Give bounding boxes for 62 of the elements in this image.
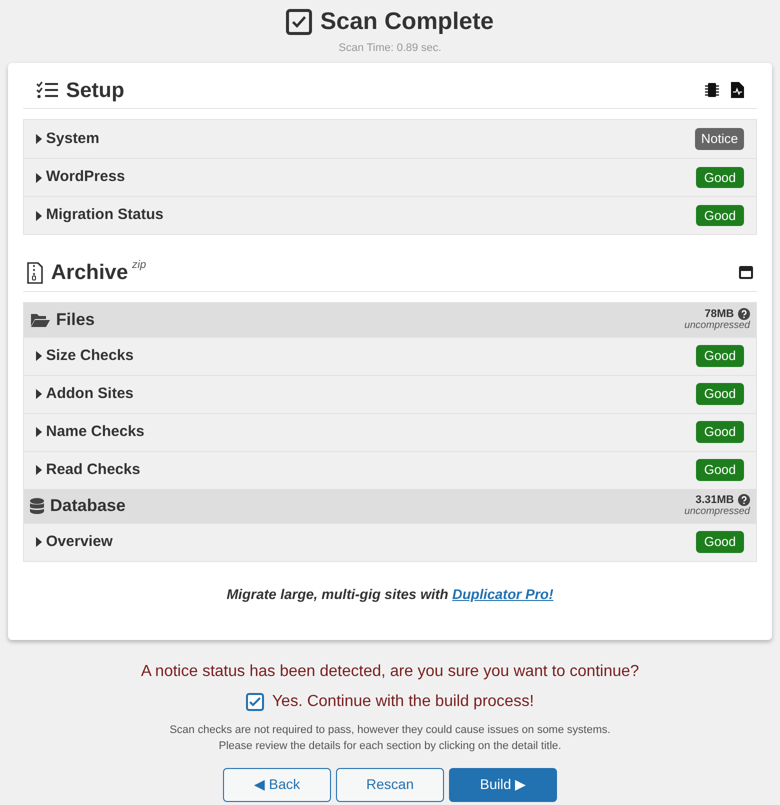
confirm-label: Yes. Continue with the build process! [272, 692, 534, 712]
status-badge: Good [696, 204, 744, 226]
check-row[interactable]: WordPress Good [24, 158, 756, 196]
check-row[interactable]: Size Checks Good [24, 336, 756, 374]
caret-icon [36, 134, 42, 144]
help-text: Please review the details for each section by clicking on the detail title. [218, 738, 562, 754]
notice-message: A notice status has been detected, are you sure you want to continue? [140, 662, 640, 682]
check-label: Size Checks [46, 346, 134, 366]
window-icon[interactable] [739, 266, 753, 280]
help-icon[interactable] [738, 494, 750, 506]
caret-icon [36, 172, 42, 182]
check-row[interactable]: Overview Good [24, 522, 756, 560]
action-button[interactable]: Rescan [336, 768, 444, 802]
check-row[interactable]: System Notice [24, 120, 756, 158]
size-note: uncompressed [684, 320, 750, 331]
check-row[interactable]: Read Checks Good [24, 450, 756, 488]
check-label: Name Checks [46, 422, 144, 442]
page-title: Scan Complete [320, 7, 494, 37]
size-value: 3.31MB [695, 494, 734, 506]
action-button[interactable]: Build ▶ [449, 768, 557, 802]
check-row[interactable]: Migration Status Good [24, 196, 756, 234]
caret-icon [36, 210, 42, 220]
check-row[interactable]: Addon Sites Good [24, 374, 756, 412]
caret-icon [36, 537, 42, 547]
status-badge: Good [696, 345, 744, 367]
section-title: Setup [66, 78, 124, 104]
status-badge: Good [696, 383, 744, 405]
group-title: Database [50, 494, 126, 517]
help-icon[interactable] [738, 308, 750, 320]
status-badge: Good [696, 531, 744, 553]
caret-icon [36, 351, 42, 361]
folder-icon [30, 312, 50, 328]
file-chart-icon[interactable] [731, 82, 744, 98]
status-badge: Good [696, 421, 744, 443]
check-label: WordPress [46, 167, 125, 188]
caret-icon [36, 465, 42, 475]
size-note: uncompressed [684, 506, 750, 517]
status-badge: Good [696, 166, 744, 188]
database-icon [30, 498, 44, 514]
scan-time: Scan Time: 0.89 sec. [338, 41, 442, 56]
check-label: Addon Sites [46, 384, 134, 404]
upgrade-link[interactable]: Duplicator Pro! [452, 586, 554, 602]
caret-icon [36, 389, 42, 399]
caret-icon [36, 427, 42, 437]
section-title: Archive [51, 260, 128, 286]
check-label: Migration Status [46, 205, 164, 226]
check-label: Overview [46, 532, 113, 552]
chip-icon[interactable] [705, 82, 719, 98]
check-label: Read Checks [46, 460, 140, 480]
status-badge: Good [696, 459, 744, 481]
action-button[interactable]: ◀ Back [223, 768, 331, 802]
confirm-checkbox[interactable] [246, 692, 264, 710]
check-label: System [46, 128, 100, 149]
zip-file-icon [27, 262, 43, 284]
status-badge: Notice [695, 128, 744, 150]
archive-format: zip [132, 258, 146, 273]
group-title: Files [56, 308, 95, 331]
checklist-icon [36, 81, 58, 100]
size-value: 78MB [704, 308, 734, 320]
check-row[interactable]: Name Checks Good [24, 412, 756, 450]
help-text: Scan checks are not required to pass, however they could cause issues on some systems. [170, 722, 610, 738]
promo-text: Migrate large, multi-gig sites with Duplicator Pro! [226, 584, 554, 604]
